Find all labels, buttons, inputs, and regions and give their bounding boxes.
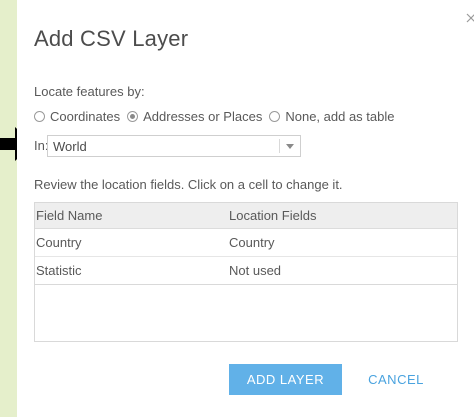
add-layer-button[interactable]: ADD LAYER [229, 364, 342, 395]
dialog-title: Add CSV Layer [34, 26, 189, 51]
locate-features-label: Locate features by: [34, 84, 145, 99]
table-cell-location-field[interactable]: Country [229, 235, 275, 250]
region-select[interactable]: World [47, 135, 301, 157]
radio-button-addresses[interactable] [127, 110, 139, 122]
cancel-button[interactable]: CANCEL [356, 364, 436, 395]
radio-option-none[interactable]: None, add as table [269, 109, 394, 124]
review-instructions: Review the location fields. Click on a c… [34, 177, 343, 192]
close-icon[interactable] [463, 10, 474, 26]
radio-label-addresses: Addresses or Places [143, 108, 263, 124]
table-cell-location-field[interactable]: Not used [229, 263, 281, 278]
radio-label-none: None, add as table [285, 108, 395, 124]
radio-option-coordinates[interactable]: Coordinates [34, 109, 120, 124]
select-divider [279, 139, 280, 153]
column-header-field-name: Field Name [36, 208, 103, 223]
region-select-value: World [53, 139, 87, 154]
add-csv-layer-dialog: Add CSV Layer Locate features by: Coordi… [17, 0, 474, 417]
chevron-down-icon[interactable] [286, 144, 294, 149]
radio-label-coordinates: Coordinates [50, 108, 121, 124]
radio-button-coordinates[interactable] [34, 110, 45, 122]
radio-option-addresses[interactable]: Addresses or Places [127, 109, 262, 124]
locate-options: Coordinates Addresses or Places None, ad… [34, 107, 401, 125]
table-cell-field-name[interactable]: Statistic [36, 263, 82, 278]
table-row[interactable]: Country Country [35, 229, 457, 257]
table-header-row: Field Name Location Fields [35, 203, 457, 229]
column-header-location-fields: Location Fields [229, 208, 317, 223]
table-cell-field-name[interactable]: Country [36, 235, 82, 250]
location-fields-table: Field Name Location Fields Country Count… [34, 202, 458, 342]
table-row[interactable]: Statistic Not used [35, 257, 457, 285]
radio-button-none[interactable] [269, 110, 281, 122]
